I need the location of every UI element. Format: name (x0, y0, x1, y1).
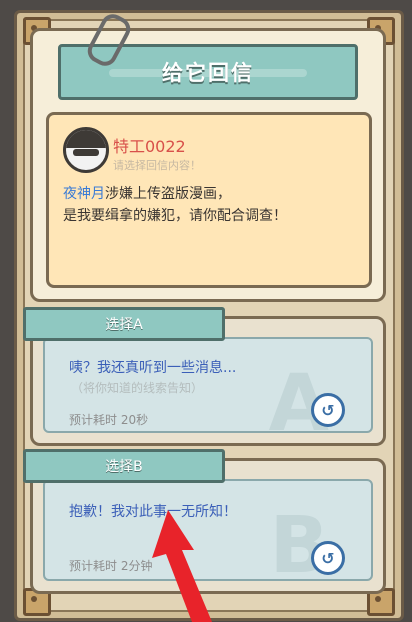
message-line-1: 夜神月涉嫌上传盗版漫画， (63, 183, 231, 203)
option-a-hint: （将你知道的线索告知） (71, 381, 204, 395)
option-a-time: 预计耗时 20秒 (69, 413, 149, 427)
avatar-hat (66, 130, 106, 148)
sender-subtitle: 请选择回信内容！ (113, 159, 201, 172)
option-a-label: 选择A (105, 317, 143, 333)
agent-avatar-icon (63, 127, 109, 173)
message-line-1-rest: 涉嫌上传盗版漫画， (105, 186, 231, 202)
reply-icon[interactable]: ↺ (311, 541, 345, 575)
sender-name: 特工0022 (113, 137, 186, 156)
option-a-body[interactable]: A 咦？我还真听到一些消息... （将你知道的线索告知） 预计耗时 20秒 ↺ (43, 337, 373, 449)
avatar-glasses (73, 149, 99, 156)
received-message: 特工0022 请选择回信内容！ 夜神月涉嫌上传盗版漫画， 是我要缉拿的嫌犯，请你… (46, 112, 372, 288)
option-b-tag: 选择B (23, 449, 225, 483)
option-b-label: 选择B (105, 459, 143, 475)
option-a-card[interactable]: A 咦？我还真听到一些消息... （将你知道的线索告知） 预计耗时 20秒 ↺ … (23, 307, 386, 449)
option-a-text: 咦？我还真听到一些消息... (69, 360, 237, 376)
option-a-tag: 选择A (23, 307, 225, 341)
pointer-arrow-icon (152, 510, 212, 622)
suspect-name: 夜神月 (63, 186, 105, 202)
message-line-2: 是我要缉拿的嫌犯，请你配合调查！ (63, 208, 287, 224)
option-b-time: 预计耗时 2分钟 (69, 559, 153, 573)
page-title: 给它回信 (162, 61, 254, 85)
reply-icon[interactable]: ↺ (311, 393, 345, 427)
